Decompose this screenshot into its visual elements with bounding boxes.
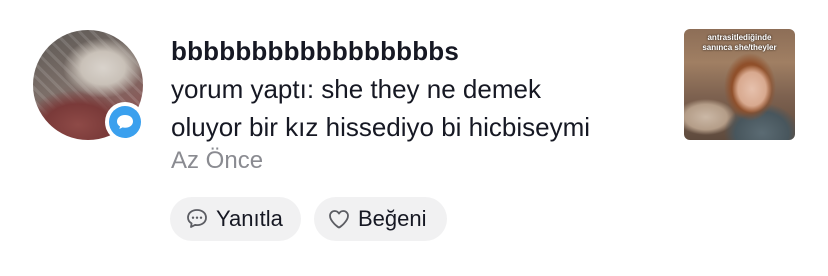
comment-badge: [105, 102, 145, 142]
comment-bubble-icon: [109, 106, 141, 138]
like-label: Beğeni: [358, 206, 427, 231]
video-thumbnail[interactable]: antrasitlediğinde sanınca she/theyler: [684, 29, 795, 140]
username[interactable]: bbbbbbbbbbbbbbbbbs: [171, 36, 459, 66]
comment-text: yorum yaptı: she they ne demek oluyor bi…: [171, 70, 661, 146]
reply-label: Yanıtla: [216, 206, 283, 231]
comment-icon: [187, 209, 207, 228]
reply-button[interactable]: Yanıtla: [170, 197, 301, 241]
comment-line: yorum yaptı: she they ne demek: [171, 74, 541, 104]
timestamp: Az Önce: [171, 147, 264, 174]
comment-notification[interactable]: bbbbbbbbbbbbbbbbbs yorum yaptı: she they…: [0, 0, 828, 276]
heart-icon: [329, 210, 349, 229]
comment-line: oluyor bir kız hissediyo bi hicbiseymi: [171, 112, 591, 142]
thumbnail-caption: antrasitlediğinde sanınca she/theyler: [702, 33, 777, 52]
like-button[interactable]: Beğeni: [314, 197, 447, 241]
